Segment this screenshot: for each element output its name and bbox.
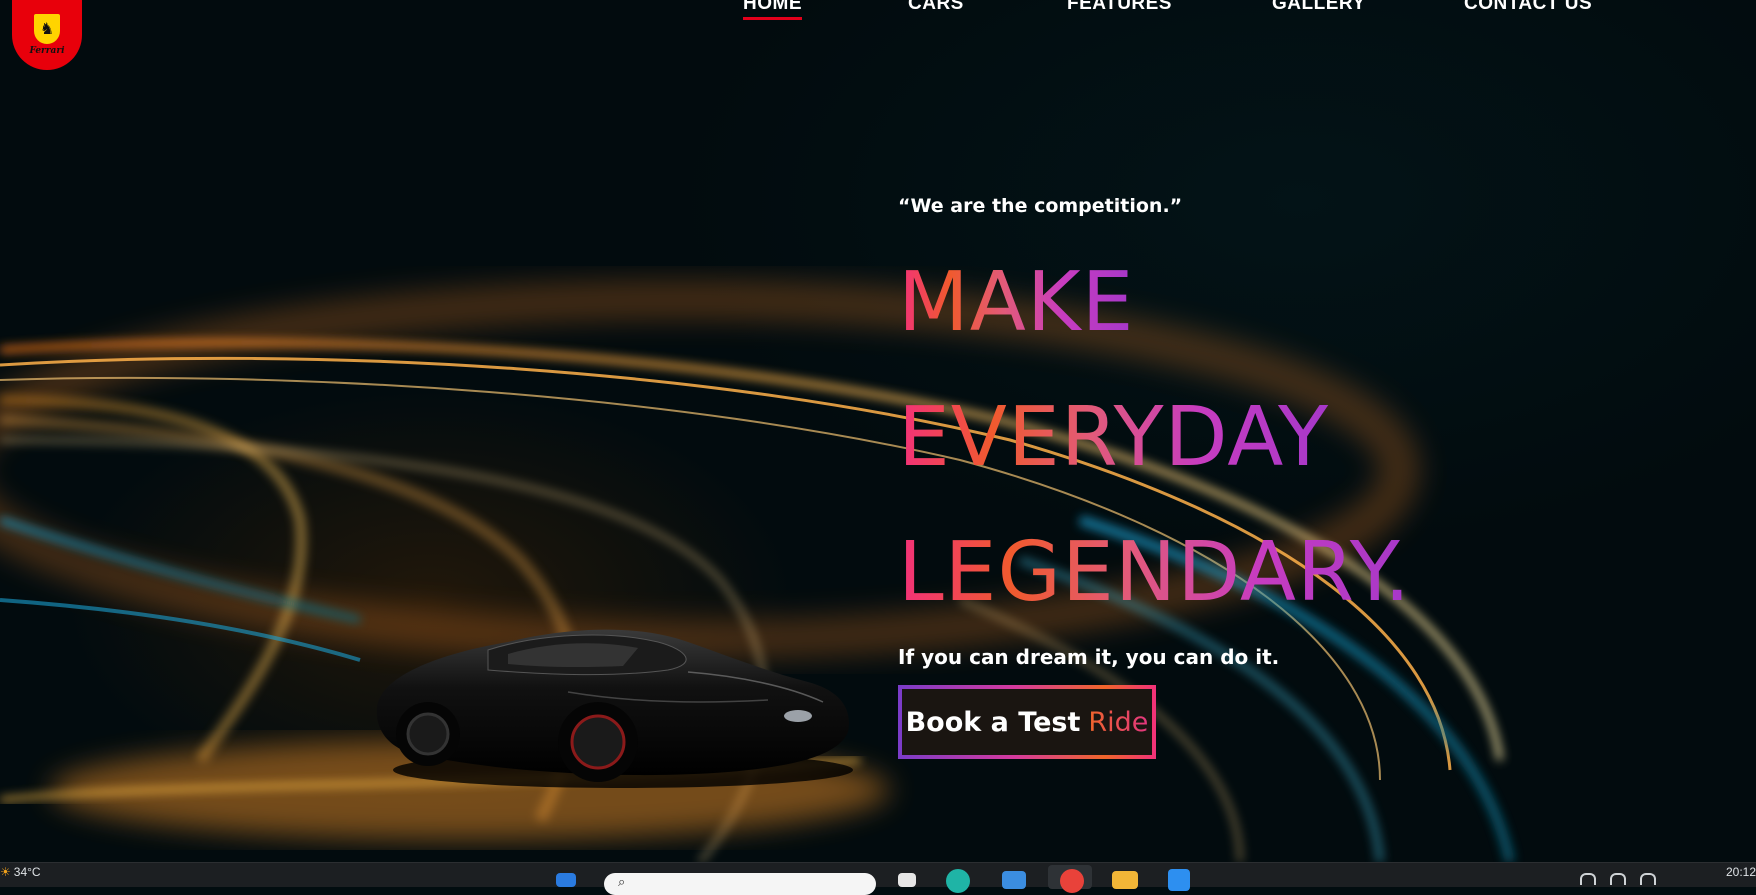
taskbar-clock[interactable]: 20:12 bbox=[1726, 865, 1756, 879]
hero-section: ♞ Ferrari HOME CARS FEATURES GALLERY CON… bbox=[0, 0, 1756, 862]
chrome-icon bbox=[1060, 869, 1084, 893]
nav-cars[interactable]: CARS bbox=[908, 0, 964, 15]
weather-widget[interactable]: ☀ 34°C bbox=[0, 865, 41, 879]
hero-subline: If you can dream it, you can do it. bbox=[898, 645, 1280, 669]
weather-temp: 34°C bbox=[13, 865, 41, 879]
cta-accent-label: Ride bbox=[1088, 706, 1149, 738]
headline-line-2: EVERYDAY bbox=[898, 390, 1330, 485]
book-test-ride-button[interactable]: Book a Test Ride bbox=[898, 685, 1156, 759]
prancing-horse-icon: ♞ bbox=[34, 14, 60, 44]
windows-taskbar: ☀ 34°C ⌕ 20:12 bbox=[0, 862, 1756, 895]
search-icon: ⌕ bbox=[618, 875, 626, 890]
taskbar-search[interactable]: ⌕ bbox=[604, 873, 876, 895]
headline-line-3: LEGENDARY. bbox=[898, 525, 1412, 620]
store-icon[interactable] bbox=[1002, 871, 1026, 889]
start-menu-icon[interactable] bbox=[556, 873, 576, 887]
car-image bbox=[376, 629, 853, 788]
wifi-icon[interactable] bbox=[1610, 873, 1626, 885]
vscode-icon[interactable] bbox=[1168, 869, 1190, 891]
ferrari-logo[interactable]: ♞ Ferrari bbox=[12, 0, 82, 70]
task-view-icon[interactable] bbox=[898, 873, 916, 887]
tray-chevron-icon[interactable] bbox=[1580, 873, 1596, 885]
sun-icon: ☀ bbox=[0, 865, 11, 879]
cta-label: Book a Test bbox=[905, 706, 1081, 738]
logo-text: Ferrari bbox=[29, 46, 65, 56]
volume-icon[interactable] bbox=[1640, 873, 1656, 885]
nav-gallery[interactable]: GALLERY bbox=[1272, 0, 1366, 15]
hero-quote: “We are the competition.” bbox=[898, 195, 1183, 217]
file-explorer-icon[interactable] bbox=[1112, 871, 1138, 889]
edge-browser-icon[interactable] bbox=[946, 869, 970, 893]
headline-line-1: MAKE bbox=[898, 255, 1135, 350]
nav-features[interactable]: FEATURES bbox=[1067, 0, 1172, 15]
nav-home[interactable]: HOME bbox=[743, 0, 802, 20]
light-trail-background bbox=[0, 280, 1515, 862]
nav-contact-us[interactable]: CONTACT US bbox=[1464, 0, 1592, 15]
